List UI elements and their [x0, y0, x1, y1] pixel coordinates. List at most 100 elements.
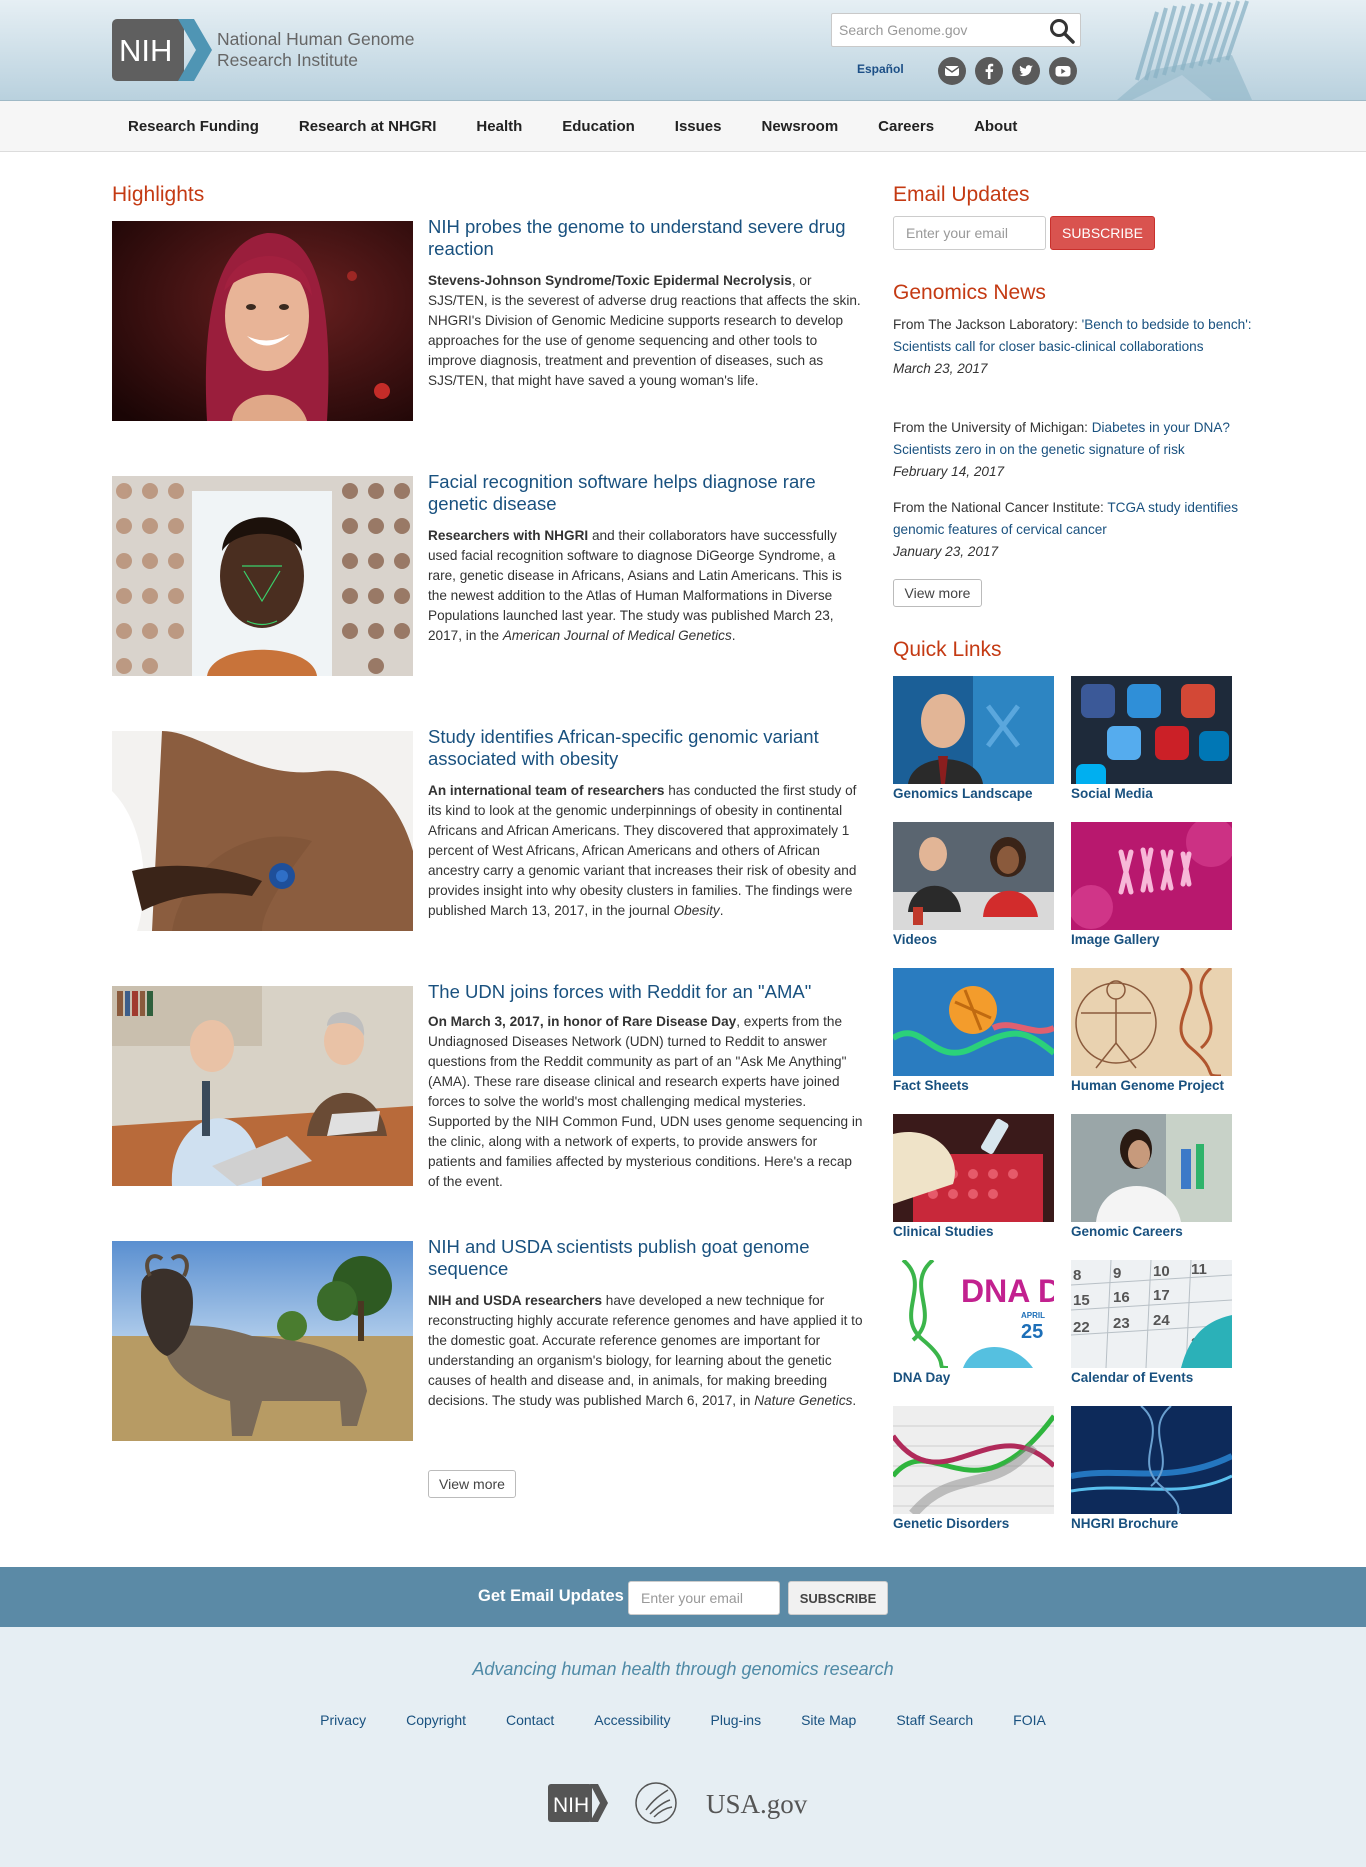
- article-goat-genome: NIH and USDA scientists publish goat gen…: [112, 1236, 863, 1451]
- quick-link-label: Genomic Careers: [1071, 1224, 1183, 1239]
- quick-link-clinical-studies[interactable]: Clinical Studies: [893, 1114, 1054, 1239]
- quick-link-calendar-of-events[interactable]: 89101115161722232425 Calendar of Events: [1071, 1260, 1232, 1385]
- nav-careers[interactable]: Careers: [854, 118, 950, 135]
- news-date: February 14, 2017: [893, 464, 1005, 479]
- footer-link-contact[interactable]: Contact: [486, 1712, 574, 1728]
- dna-day-date: 25: [1021, 1321, 1043, 1343]
- article-lead: Researchers with NHGRI: [428, 528, 589, 543]
- quick-link-label: Social Media: [1071, 786, 1153, 801]
- article-journal: Obesity: [673, 903, 720, 918]
- footer-subscribe-button[interactable]: SUBSCRIBE: [788, 1581, 888, 1615]
- usa-gov-logo[interactable]: USA.gov: [706, 1789, 808, 1819]
- nih-logo[interactable]: NIH: [112, 19, 212, 81]
- news-view-more-button[interactable]: View more: [893, 579, 982, 607]
- highlights-view-more-button[interactable]: View more: [428, 1470, 516, 1498]
- youtube-icon[interactable]: [1049, 57, 1077, 85]
- footer-link-site-map[interactable]: Site Map: [781, 1712, 876, 1728]
- search-icon[interactable]: [1048, 17, 1076, 45]
- org-name-line1: National Human Genome: [217, 29, 415, 49]
- article-image-goat[interactable]: [112, 1241, 413, 1441]
- quick-link-fact-sheets[interactable]: Fact Sheets: [893, 968, 1054, 1093]
- footer-link-copyright[interactable]: Copyright: [386, 1712, 486, 1728]
- email-icon[interactable]: [938, 57, 966, 85]
- quick-link-label: Calendar of Events: [1071, 1370, 1194, 1385]
- footer-link-plug-ins[interactable]: Plug-ins: [691, 1712, 782, 1728]
- tagline: Advancing human health through genomics …: [472, 1659, 894, 1679]
- facebook-icon[interactable]: [975, 57, 1003, 85]
- footer-link-foia[interactable]: FOIA: [993, 1712, 1066, 1728]
- news-item: From The Jackson Laboratory: 'Bench to b…: [893, 314, 1263, 380]
- article-image-stethoscope[interactable]: [112, 731, 413, 931]
- hhs-eagle-icon[interactable]: [635, 1782, 677, 1824]
- article-journal: American Journal of Medical Genetics: [502, 628, 732, 643]
- article-image-woman[interactable]: [112, 221, 413, 421]
- quick-link-label: Human Genome Project: [1071, 1078, 1225, 1093]
- news-item: From the National Cancer Institute: TCGA…: [893, 497, 1263, 563]
- org-name-line2: Research Institute: [217, 50, 359, 70]
- quick-link-label: Genetic Disorders: [893, 1516, 1010, 1531]
- article-summary: Stevens-Johnson Syndrome/Toxic Epidermal…: [428, 271, 864, 391]
- quick-link-image: [893, 968, 1054, 1076]
- quick-link-image: [1071, 1114, 1232, 1222]
- nav-about[interactable]: About: [950, 118, 1033, 135]
- main-nav: Research Funding Research at NHGRI Healt…: [0, 101, 1366, 152]
- article-title[interactable]: The UDN joins forces with Reddit for an …: [428, 981, 858, 1003]
- article-image-face-grid[interactable]: [112, 476, 413, 676]
- footer-links: Privacy Copyright Contact Accessibility …: [0, 1712, 1366, 1728]
- quick-link-genomic-careers[interactable]: Genomic Careers: [1071, 1114, 1232, 1239]
- svg-text:23: 23: [1113, 1315, 1130, 1332]
- article-journal: Nature Genetics: [754, 1393, 853, 1408]
- quick-link-human-genome-project[interactable]: Human Genome Project: [1071, 968, 1232, 1093]
- nih-footer-logo[interactable]: NIH: [548, 1784, 608, 1822]
- quick-link-genomics-landscape[interactable]: Genomics Landscape: [893, 676, 1054, 801]
- article-title[interactable]: NIH and USDA scientists publish goat gen…: [428, 1236, 858, 1280]
- svg-text:17: 17: [1153, 1287, 1170, 1304]
- quick-link-image: DNA DAY APRIL 25: [893, 1260, 1054, 1368]
- dna-decoration-icon: [1117, 0, 1252, 100]
- nav-issues[interactable]: Issues: [651, 118, 738, 135]
- article-title[interactable]: Study identifies African-specific genomi…: [428, 726, 858, 770]
- nav-education[interactable]: Education: [538, 118, 651, 135]
- article-lead: Stevens-Johnson Syndrome/Toxic Epidermal…: [428, 273, 792, 288]
- subscribe-button[interactable]: SUBSCRIBE: [1050, 216, 1155, 250]
- espanol-link[interactable]: Español: [857, 62, 904, 76]
- article-body: , experts from the Undiagnosed Diseases …: [428, 1014, 863, 1189]
- article-lead: NIH and USDA researchers: [428, 1293, 603, 1308]
- twitter-icon[interactable]: [1012, 57, 1040, 85]
- email-input[interactable]: [893, 216, 1046, 250]
- footer-link-privacy[interactable]: Privacy: [300, 1712, 386, 1728]
- search-input[interactable]: [832, 14, 1042, 46]
- quick-link-social-media[interactable]: Social Media: [1071, 676, 1232, 801]
- genomics-news-heading: Genomics News: [893, 281, 1046, 304]
- quick-link-image: [1071, 1406, 1232, 1514]
- quick-link-genetic-disorders[interactable]: Genetic Disorders: [893, 1406, 1054, 1531]
- quick-link-nhgri-brochure[interactable]: NHGRI Brochure: [1071, 1406, 1232, 1531]
- quick-link-label: Image Gallery: [1071, 932, 1160, 947]
- social-links: [938, 57, 1077, 85]
- quick-link-image: 89101115161722232425: [1071, 1260, 1232, 1368]
- article-title[interactable]: Facial recognition software helps diagno…: [428, 471, 858, 515]
- quick-link-label: Clinical Studies: [893, 1224, 994, 1239]
- article-body: and their collaborators have successfull…: [428, 528, 842, 643]
- svg-text:22: 22: [1073, 1319, 1090, 1336]
- nav-newsroom[interactable]: Newsroom: [737, 118, 854, 135]
- article-summary: Researchers with NHGRI and their collabo…: [428, 528, 842, 643]
- site-footer: Advancing human health through genomics …: [0, 1627, 1366, 1867]
- nav-health[interactable]: Health: [452, 118, 538, 135]
- nav-research-at-nhgri[interactable]: Research at NHGRI: [275, 118, 453, 135]
- quick-link-label: Genomics Landscape: [893, 786, 1033, 801]
- quick-link-videos[interactable]: Videos: [893, 822, 1054, 947]
- nav-research-funding[interactable]: Research Funding: [112, 118, 275, 135]
- article-image-laptops[interactable]: [112, 986, 413, 1186]
- quick-link-dna-day[interactable]: DNA DAY APRIL 25 DNA Day: [893, 1260, 1054, 1385]
- footer-link-staff-search[interactable]: Staff Search: [876, 1712, 993, 1728]
- article-title[interactable]: NIH probes the genome to understand seve…: [428, 216, 858, 260]
- svg-text:9: 9: [1113, 1265, 1121, 1282]
- org-name[interactable]: National Human Genome Research Institute: [217, 29, 414, 71]
- footer-link-accessibility[interactable]: Accessibility: [574, 1712, 690, 1728]
- article-lead: On March 3, 2017, in honor of Rare Disea…: [428, 1014, 737, 1029]
- quick-link-image-gallery[interactable]: Image Gallery: [1071, 822, 1232, 947]
- quick-links-heading: Quick Links: [893, 638, 1002, 661]
- search-box: [831, 13, 1081, 47]
- footer-email-input[interactable]: [628, 1581, 780, 1615]
